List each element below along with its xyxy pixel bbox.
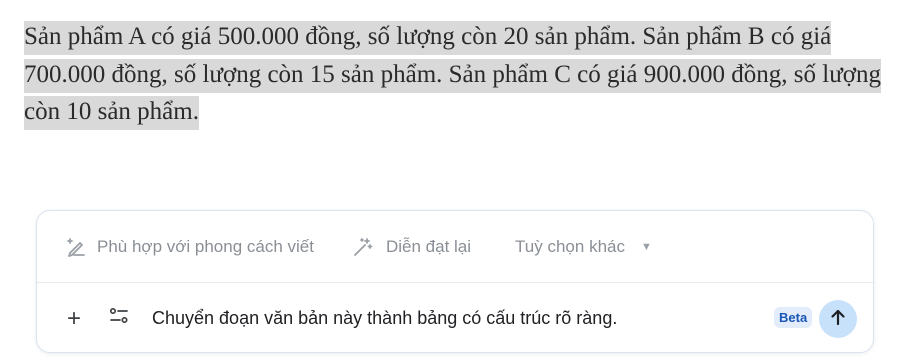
ai-assistant-panel: Phù hợp với phong cách viết Diễn đạt lại… <box>36 210 874 353</box>
prompt-options-icon[interactable] <box>108 306 130 331</box>
suggestion-chips: Phù hợp với phong cách viết Diễn đạt lại… <box>37 211 873 283</box>
prompt-row: + Chuyển đoạn văn bản này thành bảng có … <box>37 283 873 352</box>
chevron-down-icon: ▼ <box>640 240 652 253</box>
magic-wand-icon <box>352 236 386 258</box>
beta-badge: Beta <box>774 307 813 328</box>
send-button[interactable] <box>819 300 857 338</box>
more-options-dropdown[interactable]: Tuỳ chọn khác ▼ <box>515 237 652 257</box>
chip-label: Phù hợp với phong cách viết <box>97 236 314 256</box>
match-writing-style-chip[interactable]: Phù hợp với phong cách viết <box>65 236 314 258</box>
chip-label: Tuỳ chọn khác <box>515 236 625 256</box>
document-text[interactable]: Sản phẩm A có giá 500.000 đồng, số lượng… <box>24 18 894 131</box>
chip-label: Diễn đạt lại <box>385 236 472 256</box>
prompt-text[interactable]: Chuyển đoạn văn bản này thành bảng có cấ… <box>152 308 617 329</box>
selected-text[interactable]: Sản phẩm A có giá 500.000 đồng, số lượng… <box>24 21 881 130</box>
arrow-up-icon <box>829 308 847 331</box>
rephrase-chip[interactable]: Diễn đạt lại <box>352 236 471 258</box>
pencil-sparkle-icon <box>65 236 97 258</box>
add-icon[interactable]: + <box>64 305 84 333</box>
